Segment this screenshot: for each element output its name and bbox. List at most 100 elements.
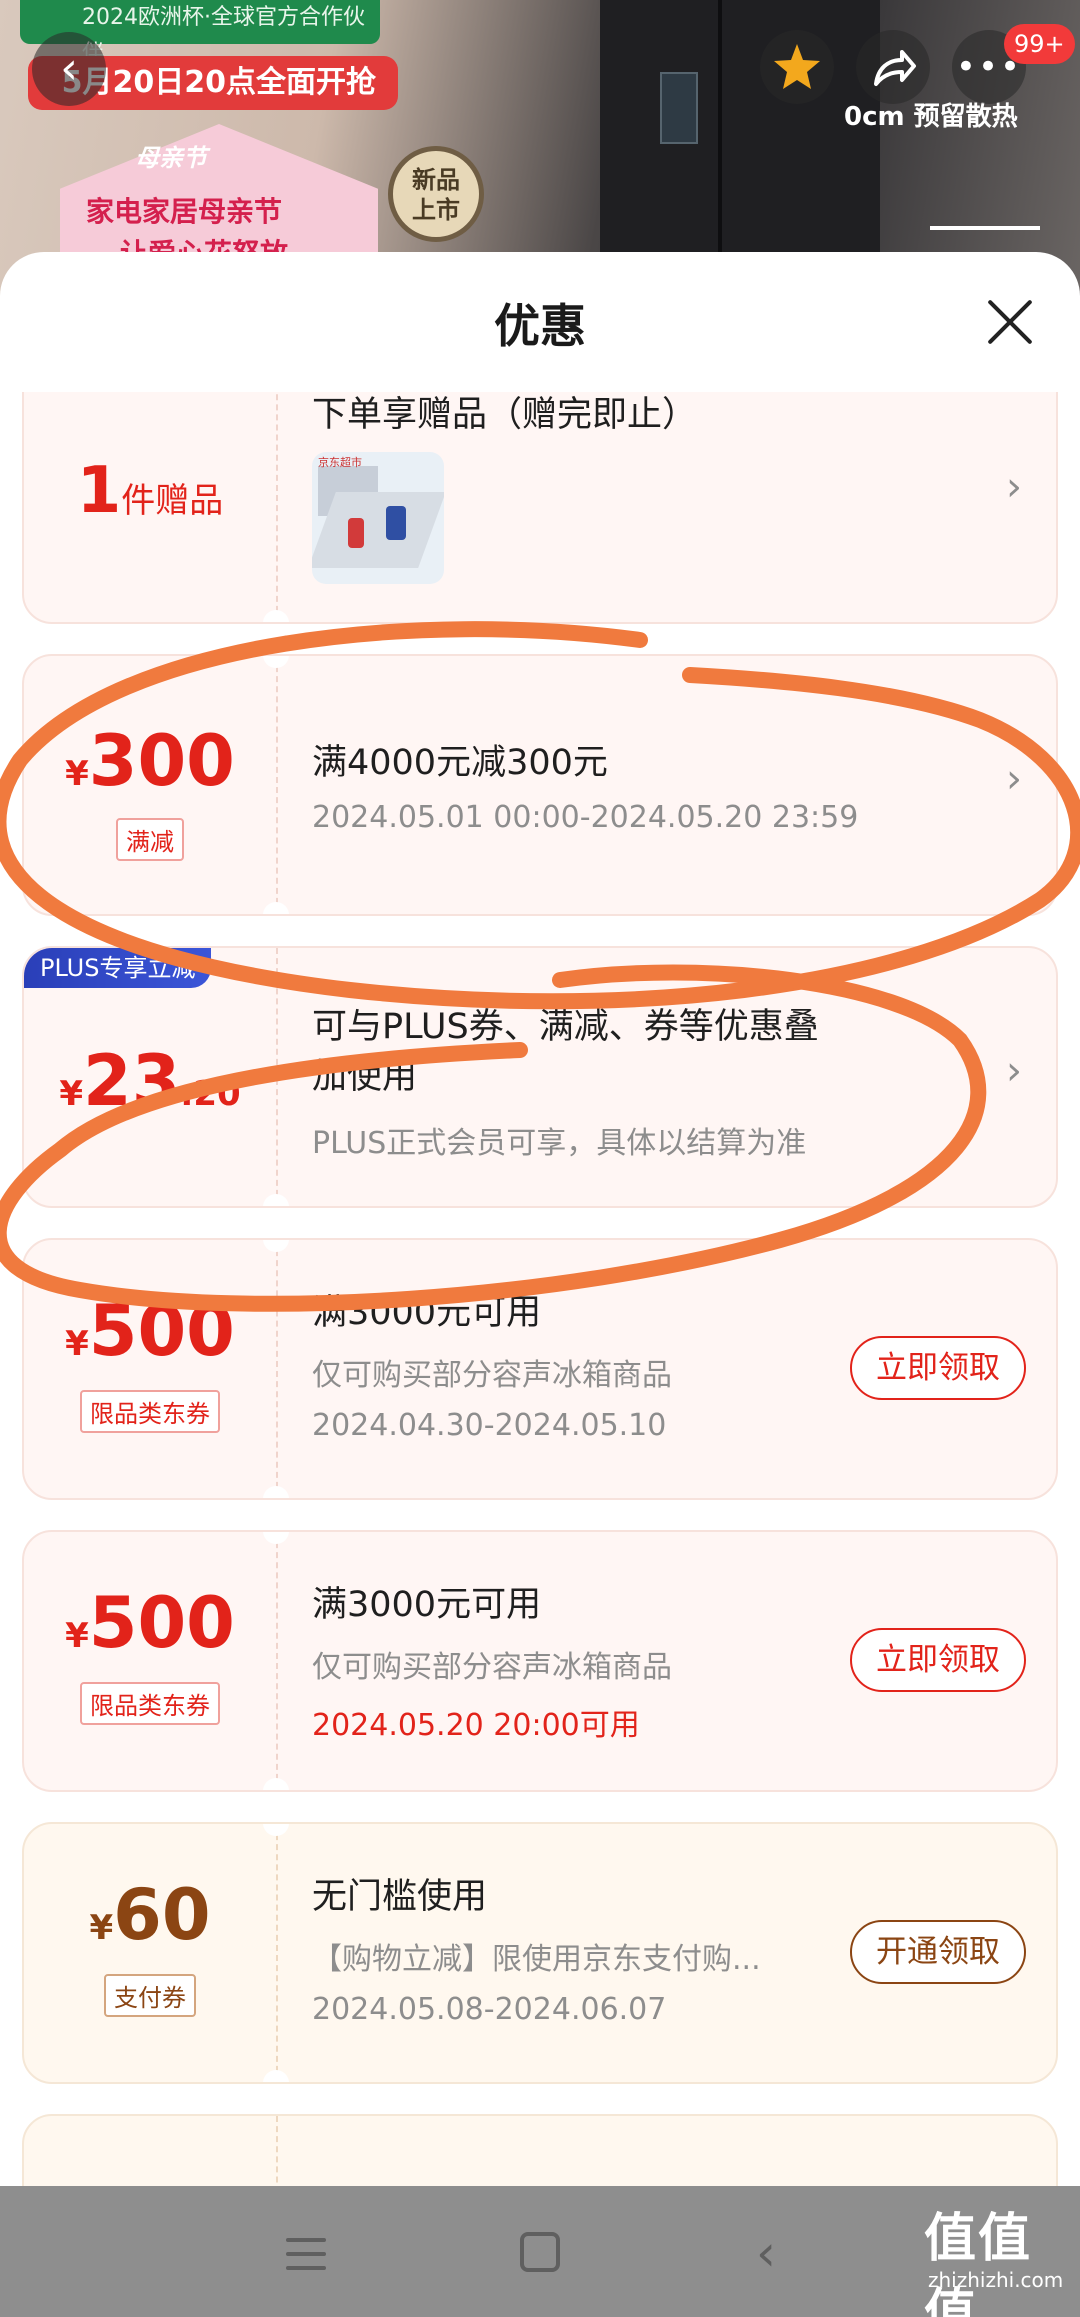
coupon-available-time: 2024.05.20 20:00可用 — [312, 1708, 640, 1743]
discount-amount: ¥60 — [24, 1874, 276, 1956]
card-notch — [263, 1778, 289, 1790]
offer-list[interactable]: 1件赠品 下单享赠品（赠完即止） 京东超市 › ¥300 满减 满4000元减3… — [0, 392, 1080, 2186]
currency-symbol: ¥ — [59, 1074, 83, 1114]
thumb-floor — [312, 492, 444, 568]
currency-symbol: ¥ — [89, 1908, 114, 1948]
coupon-tag: 限品类东券 — [24, 1682, 276, 1725]
coupon-scope: 仅可购买部分容声冰箱商品 — [312, 1650, 672, 1685]
chevron-right-icon[interactable]: › — [1006, 756, 1022, 802]
card-notch — [263, 1532, 289, 1544]
partial-coupon-card[interactable] — [22, 2114, 1058, 2186]
coupon-tag: 满减 — [24, 818, 276, 861]
card-notch — [263, 1824, 289, 1836]
payment-coupon-card[interactable]: ¥60 支付券 无门槛使用 【购物立减】限使用京东支付购... 2024.05.… — [22, 1822, 1058, 2084]
plus-exclusive-tag: PLUS专享立减 — [24, 948, 212, 988]
coupon-scope: 【购物立减】限使用京东支付购... — [312, 1942, 761, 1977]
gift-count-unit: 件赠品 — [121, 481, 224, 521]
coupon-title: 满3000元可用 — [312, 1585, 542, 1625]
card-notch — [263, 1194, 289, 1206]
mothers-day-line1: 家电家居母亲节 — [86, 195, 283, 228]
share-icon — [874, 50, 916, 86]
back-button[interactable]: ‹ — [32, 32, 106, 106]
menu-icon[interactable] — [286, 2238, 326, 2270]
mothers-day-logo: 母亲节 — [135, 144, 207, 172]
claim-button[interactable]: 立即领取 — [850, 1628, 1026, 1692]
currency-symbol: ¥ — [65, 1616, 89, 1656]
gift-count: 1件赠品 — [24, 454, 276, 528]
card-divider — [276, 656, 278, 914]
activate-claim-button[interactable]: 开通领取 — [850, 1920, 1026, 1984]
claim-button[interactable]: 立即领取 — [850, 1336, 1026, 1400]
amount-value: 60 — [113, 1874, 211, 1956]
amount-value: 500 — [88, 1582, 235, 1664]
system-navigation-bar: ‹ — [0, 2186, 1080, 2317]
card-notch — [263, 902, 289, 914]
coupon-validity: 2024.04.30-2024.05.10 — [312, 1408, 667, 1443]
coupon-validity: 2024.05.08-2024.06.07 — [312, 1992, 667, 2027]
close-icon[interactable] — [980, 292, 1040, 352]
coupon-tag-text: 支付券 — [104, 1974, 196, 2017]
chevron-right-icon[interactable]: › — [1006, 464, 1022, 510]
message-badge: 99+ — [1004, 24, 1075, 64]
discount-amount: ¥500 — [24, 1582, 276, 1664]
fridge-door-gap — [718, 0, 722, 260]
thumb-label: 京东超市 — [318, 456, 362, 469]
coupon-tag: 支付券 — [24, 1974, 276, 2017]
coupon-tag-text: 限品类东券 — [80, 1682, 220, 1725]
card-notch — [263, 1486, 289, 1498]
fridge-image — [600, 0, 880, 280]
star-icon — [774, 44, 820, 89]
gift-thumbnail[interactable]: 京东超市 — [312, 452, 444, 584]
discount-amount: ¥23.20 — [24, 1040, 276, 1122]
discount-sheet: 优惠 1件赠品 下单享赠品（赠完即止） 京东超市 › ¥300 满减 满4000… — [0, 252, 1080, 2186]
gift-title: 下单享赠品（赠完即止） — [312, 395, 698, 435]
plus-discount-card[interactable]: PLUS专享立减 ¥23.20 可与PLUS券、满减、券等优惠叠 加使用 PLU… — [22, 946, 1058, 1208]
thumb-figure — [348, 518, 364, 548]
plus-note: PLUS正式会员可享，具体以结算为准 — [312, 1126, 807, 1161]
favorite-button[interactable] — [760, 30, 834, 104]
chevron-right-icon[interactable]: › — [1006, 1048, 1022, 1094]
card-divider — [276, 1824, 278, 2082]
amount-value: 300 — [88, 720, 235, 802]
card-divider — [276, 1532, 278, 1790]
card-notch — [263, 2070, 289, 2082]
coupon-tag: 限品类东券 — [24, 1390, 276, 1433]
new-arrival-line2: 上市 — [412, 196, 460, 224]
watermark-brand: 值值值 — [924, 2209, 1033, 2317]
sheet-title: 优惠 — [494, 299, 586, 353]
coupon-title: 无门槛使用 — [312, 1877, 488, 1917]
coupon-title: 满4000元减300元 — [312, 743, 608, 783]
card-notch — [263, 610, 289, 622]
discount-amount: ¥500 — [24, 1290, 276, 1372]
chevron-left-icon: ‹ — [60, 43, 78, 94]
card-notch — [263, 1240, 289, 1252]
coupon-tag-text: 限品类东券 — [80, 1390, 220, 1433]
discount-amount: ¥300 — [24, 720, 276, 802]
amount-value: 500 — [88, 1290, 235, 1372]
category-coupon-card[interactable]: ¥500 限品类东券 满3000元可用 仅可购买部分容声冰箱商品 2024.04… — [22, 1238, 1058, 1500]
card-notch — [263, 656, 289, 668]
card-divider — [276, 948, 278, 1206]
card-divider — [276, 392, 278, 622]
new-arrival-line1: 新品 — [412, 166, 460, 194]
coupon-scope: 仅可购买部分容声冰箱商品 — [312, 1358, 672, 1393]
watermark-url: zhizhizhi.com — [928, 2268, 1064, 2292]
share-button[interactable] — [856, 30, 930, 104]
category-coupon-card[interactable]: ¥500 限品类东券 满3000元可用 仅可购买部分容声冰箱商品 2024.05… — [22, 1530, 1058, 1792]
card-divider — [276, 1240, 278, 1498]
new-arrival-badge: 新品 上市 — [388, 146, 484, 242]
back-icon[interactable]: ‹ — [756, 2224, 776, 2282]
amount-value: 23 — [83, 1040, 181, 1122]
coupon-validity: 2024.05.01 00:00-2024.05.20 23:59 — [312, 800, 859, 835]
card-divider — [276, 2116, 278, 2186]
currency-symbol: ¥ — [65, 754, 89, 794]
amount-decimal: .20 — [180, 1074, 241, 1114]
dimension-line — [930, 226, 1040, 230]
fridge-control-panel — [660, 72, 698, 144]
plus-title-line2: 加使用 — [312, 1057, 418, 1097]
gift-count-number: 1 — [76, 454, 122, 528]
currency-symbol: ¥ — [65, 1324, 89, 1364]
full-reduction-card[interactable]: ¥300 满减 满4000元减300元 2024.05.01 00:00-202… — [22, 654, 1058, 916]
home-icon[interactable] — [520, 2232, 560, 2272]
gift-card[interactable]: 1件赠品 下单享赠品（赠完即止） 京东超市 › — [22, 392, 1058, 624]
